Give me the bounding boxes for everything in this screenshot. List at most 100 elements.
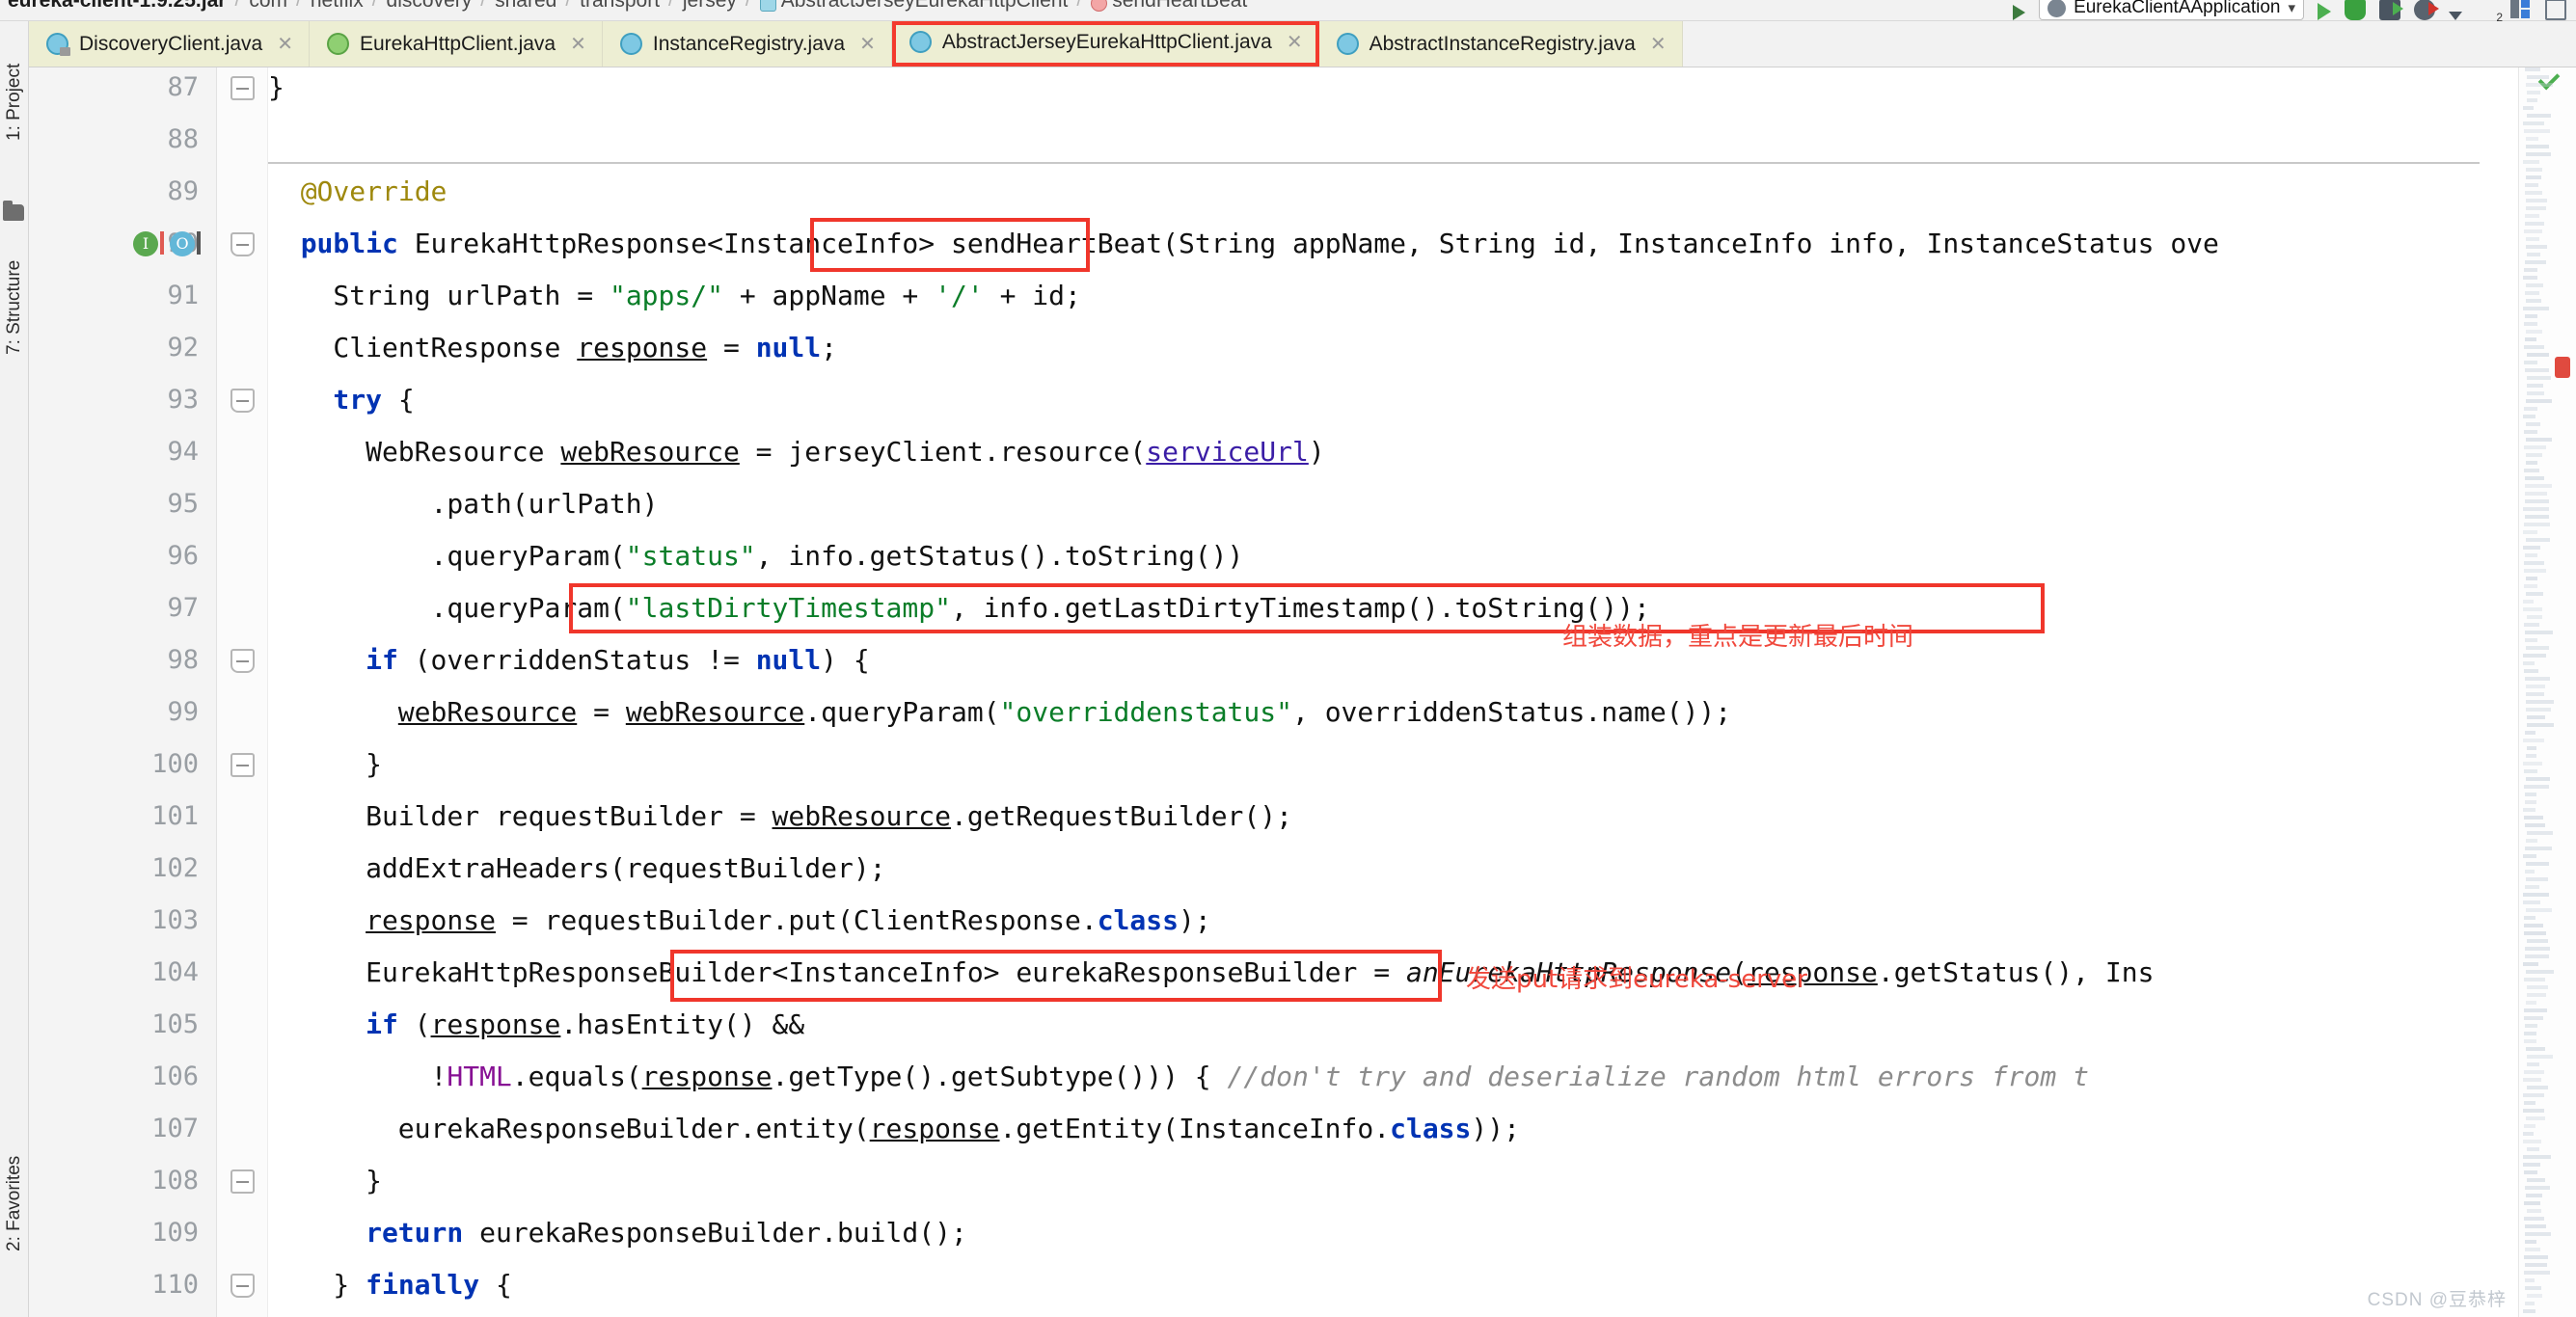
code-line[interactable]: !HTML.equals(response.getType().getSubty…: [268, 1051, 2518, 1103]
code-line[interactable]: if (overriddenStatus != null) {: [268, 634, 2518, 686]
minimap-line: [2525, 1263, 2547, 1267]
minimap-line: [2525, 839, 2537, 843]
editor-tab[interactable]: DiscoveryClient.java ✕: [29, 21, 310, 67]
debug-icon[interactable]: [2345, 0, 2366, 20]
code-line[interactable]: Builder requestBuilder = webResource.get…: [268, 791, 2518, 843]
breadcrumb-item[interactable]: sendHeartBeat: [1091, 0, 1247, 12]
line-number: 88: [167, 124, 199, 154]
fold-marker[interactable]: [230, 232, 255, 256]
sidebar-item-favorites[interactable]: 2: Favorites: [4, 1156, 25, 1251]
code-line[interactable]: addExtraHeaders(requestBuilder);: [268, 843, 2518, 895]
editor-tab[interactable]: AbstractInstanceRegistry.java ✕: [1318, 21, 1683, 67]
code-line[interactable]: .queryParam("status", info.getStatus().t…: [268, 530, 2518, 582]
code-line[interactable]: [268, 114, 2518, 166]
sidebar-item-project[interactable]: 1: Project: [4, 64, 25, 141]
code-token: EurekaHttpResponse<InstanceInfo>: [414, 228, 951, 259]
overriding-method-icon[interactable]: O: [170, 231, 195, 256]
close-icon[interactable]: ✕: [1287, 33, 1303, 52]
editor-scrollbar-thumb[interactable]: [2555, 357, 2570, 378]
run-configuration-selector[interactable]: EurekaClientAApplication ▾: [2039, 0, 2304, 20]
minimap-line: [2524, 1070, 2545, 1074]
minimap-line: [2525, 206, 2546, 210]
code-line[interactable]: WebResource webResource = jerseyClient.r…: [268, 426, 2518, 478]
code-content[interactable]: } @Override public EurekaHttpResponse<Inst…: [268, 67, 2518, 1317]
fold-marker[interactable]: [230, 1274, 255, 1298]
code-token: "lastDirtyTimestamp": [625, 592, 951, 624]
fold-gutter[interactable]: [217, 67, 268, 1317]
gutter-row: 91: [29, 270, 216, 322]
implementing-method-icon[interactable]: I: [133, 231, 158, 256]
code-line[interactable]: eurekaResponseBuilder.entity(response.ge…: [268, 1103, 2518, 1155]
run-icon[interactable]: [2318, 3, 2331, 20]
code-line[interactable]: ClientResponse response = null;: [268, 322, 2518, 374]
profiler-icon[interactable]: [2414, 0, 2439, 20]
chevron-down-icon-2[interactable]: [2449, 12, 2462, 20]
fold-marker[interactable]: [230, 649, 255, 673]
code-line[interactable]: webResource = webResource.queryParam("ov…: [268, 686, 2518, 739]
code-line[interactable]: String urlPath = "apps/" + appName + '/'…: [268, 270, 2518, 322]
line-number: 104: [151, 957, 199, 987]
code-line[interactable]: }: [268, 739, 2518, 791]
close-icon[interactable]: ✕: [1650, 35, 1667, 54]
code-line[interactable]: .path(urlPath): [268, 478, 2518, 530]
coverage-icon[interactable]: [2379, 0, 2403, 20]
editor-tab[interactable]: EurekaHttpClient.java ✕: [310, 21, 603, 67]
breadcrumb-item[interactable]: shared: [495, 0, 556, 12]
close-icon[interactable]: ✕: [570, 35, 586, 54]
code-line[interactable]: return eurekaResponseBuilder.build();: [268, 1207, 2518, 1259]
minimap-line: [2525, 222, 2545, 226]
editor-tab[interactable]: AbstractJerseyEurekaHttpClient.java ✕: [891, 21, 1319, 67]
breadcrumb-item[interactable]: com: [249, 0, 287, 12]
minimap-line: [2524, 1255, 2548, 1259]
code-token: if: [366, 1008, 398, 1040]
line-number: 110: [151, 1270, 199, 1300]
fold-marker[interactable]: [230, 1169, 255, 1194]
line-number: 89: [167, 176, 199, 206]
code-line[interactable]: public EurekaHttpResponse<InstanceInfo> …: [268, 218, 2518, 270]
minimap-line: [2523, 1078, 2541, 1082]
minimap-line: [2524, 229, 2542, 233]
code-line[interactable]: EurekaHttpResponseBuilder<InstanceInfo> …: [268, 947, 2518, 999]
code-line[interactable]: try {: [268, 374, 2518, 426]
breadcrumb-item[interactable]: AbstractJerseyEurekaHttpClient: [759, 0, 1068, 12]
code-line[interactable]: }: [268, 1155, 2518, 1207]
fold-marker[interactable]: [230, 753, 255, 777]
editor-tab-label: AbstractJerseyEurekaHttpClient.java: [941, 30, 1272, 53]
code-line-text: webResource = webResource.queryParam("ov…: [398, 686, 1731, 739]
breadcrumb-item[interactable]: netflix: [311, 0, 364, 12]
close-icon[interactable]: ✕: [859, 35, 876, 54]
code-line[interactable]: if (response.hasEntity() &&: [268, 999, 2518, 1051]
gutter-row: 87: [29, 67, 216, 114]
minimap-line: [2526, 253, 2541, 256]
code-line[interactable]: response = requestBuilder.put(ClientResp…: [268, 895, 2518, 947]
code-line[interactable]: @Override: [268, 166, 2518, 218]
breadcrumb-item[interactable]: discovery: [387, 0, 473, 12]
code-token: .hasEntity() &&: [560, 1008, 805, 1040]
close-icon[interactable]: ✕: [277, 35, 293, 54]
minimap-line: [2525, 1232, 2552, 1236]
search-everywhere-icon[interactable]: [2545, 0, 2566, 20]
code-token: return: [366, 1217, 464, 1249]
line-number: 101: [151, 801, 199, 831]
minimap-line: [2525, 708, 2552, 712]
fold-marker[interactable]: [230, 389, 255, 413]
breadcrumb-item[interactable]: eureka-client-1.9.25.jar: [8, 0, 226, 12]
layout-icon[interactable]: [2510, 0, 2532, 20]
code-line[interactable]: } finally {: [268, 1259, 2518, 1311]
code-line[interactable]: }: [268, 67, 2518, 114]
editor-tab[interactable]: InstanceRegistry.java ✕: [602, 21, 892, 67]
breadcrumb-item[interactable]: transport: [580, 0, 660, 12]
breadcrumb-item[interactable]: jersey: [683, 0, 737, 12]
editor-minimap[interactable]: [2518, 67, 2576, 1317]
code-token: WebResource: [366, 436, 561, 468]
chevron-down-icon[interactable]: ▾: [2288, 0, 2295, 16]
sidebar-item-structure[interactable]: 7: Structure: [4, 260, 25, 355]
stop-icon[interactable]: 2: [2476, 0, 2503, 23]
code-line[interactable]: .queryParam("lastDirtyTimestamp", info.g…: [268, 582, 2518, 634]
fold-marker[interactable]: [230, 76, 255, 100]
minimap-line: [2526, 754, 2537, 758]
minimap-line: [2524, 515, 2550, 519]
minimap-line: [2526, 199, 2547, 202]
code-editor[interactable]: 8788899091929394959697989910010110210310…: [29, 67, 2576, 1317]
back-arrow-icon[interactable]: [2013, 5, 2026, 20]
